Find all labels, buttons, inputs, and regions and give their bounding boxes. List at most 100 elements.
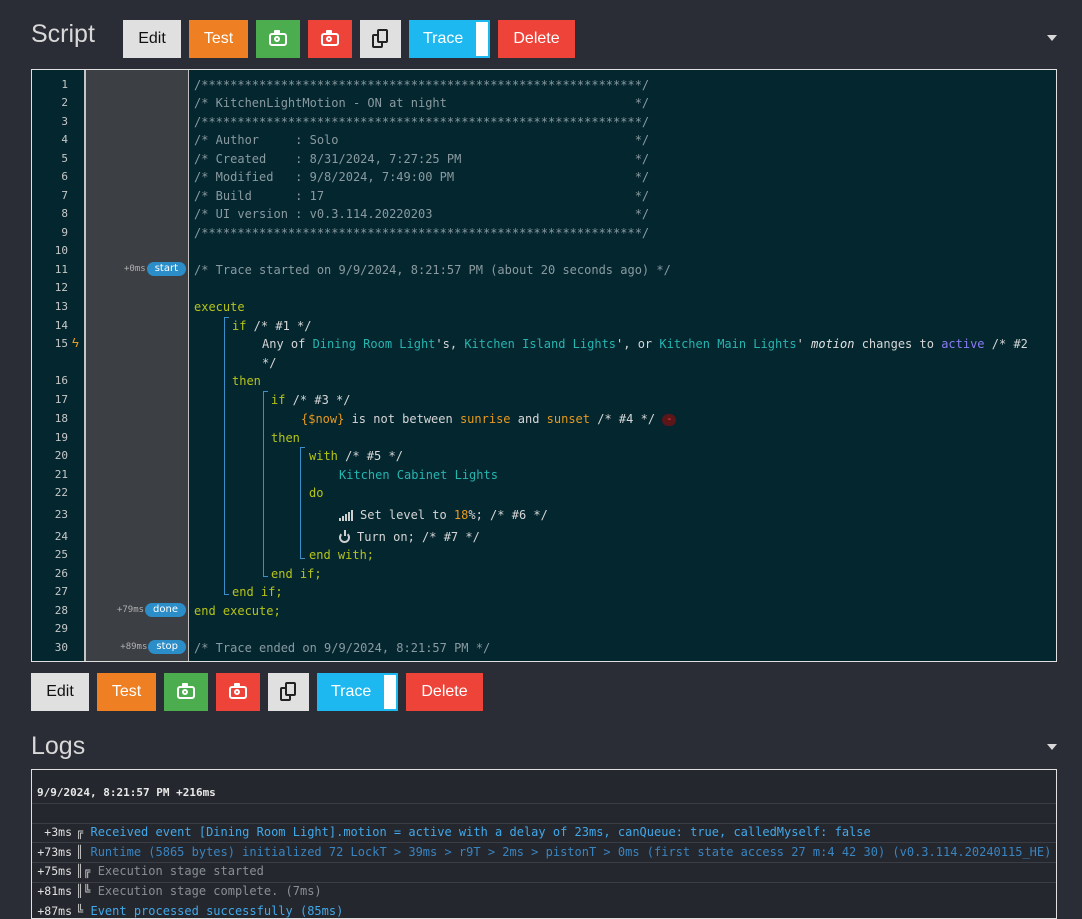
script-toolbar-bottom: Edit Test Trace Delete bbox=[31, 673, 491, 711]
line-number: 2 bbox=[61, 96, 68, 109]
trace-toggle-button[interactable]: Trace bbox=[317, 673, 398, 711]
edit-button[interactable]: Edit bbox=[31, 673, 89, 711]
nesting-bar-if1 bbox=[224, 317, 229, 595]
log-entry: +87ms ╚ Event processed successfully (85m… bbox=[32, 882, 1056, 918]
code-line-21: Kitchen Cabinet Lights bbox=[339, 468, 498, 482]
line-number: 5 bbox=[61, 152, 68, 165]
delete-button[interactable]: Delete bbox=[406, 673, 483, 711]
camera-icon bbox=[321, 29, 339, 46]
line-number: 22 bbox=[54, 486, 68, 499]
code-line-23: Set level to 18%; /* #6 */ bbox=[339, 506, 548, 524]
camera-icon bbox=[229, 682, 247, 699]
line-number: 25 bbox=[54, 548, 68, 561]
code-line-24: Turn on; /* #7 */ bbox=[339, 528, 480, 546]
code-line-17: if /* #3 */ bbox=[271, 393, 351, 407]
anonymized-snapshot-button[interactable] bbox=[216, 673, 260, 711]
camera-icon bbox=[269, 29, 287, 46]
code-line-1: /***************************************… bbox=[194, 78, 650, 92]
duplicate-button[interactable] bbox=[268, 673, 309, 711]
logs-collapse-icon[interactable] bbox=[1047, 744, 1057, 750]
line-number: 8 bbox=[61, 207, 68, 220]
log-entry: +73ms ║ Runtime (5865 bytes) initialized … bbox=[32, 823, 1056, 859]
nesting-bar-with5 bbox=[300, 447, 305, 559]
line-number: 19 bbox=[54, 431, 68, 444]
trigger-bolt-icon: ϟ bbox=[72, 335, 79, 350]
device-kitchen-main-lights: Kitchen Main Lights bbox=[659, 337, 797, 351]
line-number: 21 bbox=[54, 468, 68, 481]
snapshot-button[interactable] bbox=[164, 673, 208, 711]
trace-toggle-knob bbox=[384, 675, 396, 709]
code-line-8: /* UI version : v0.3.114.20220203 */ bbox=[194, 207, 650, 221]
log-session-header: 9/9/2024, 8:21:57 PM +216ms bbox=[37, 786, 216, 799]
code-line-15: Any of Dining Room Light's, Kitchen Isla… bbox=[262, 337, 1028, 351]
line-number: 9 bbox=[61, 226, 68, 239]
line-number: 12 bbox=[54, 281, 68, 294]
code-line-30: /* Trace ended on 9/9/2024, 8:21:57 PM *… bbox=[194, 641, 491, 655]
code-line-22: do bbox=[309, 486, 324, 500]
line-number: 7 bbox=[61, 189, 68, 202]
power-icon bbox=[339, 530, 350, 543]
trace-toggle-knob bbox=[476, 22, 488, 56]
nesting-bar-if3 bbox=[263, 391, 268, 577]
edit-button[interactable]: Edit bbox=[123, 20, 181, 58]
line-number: 26 bbox=[54, 567, 68, 580]
duplicate-button[interactable] bbox=[360, 20, 401, 58]
line-number: 11 bbox=[54, 263, 68, 276]
code-line-11: /* Trace started on 9/9/2024, 8:21:57 PM… bbox=[194, 263, 671, 277]
line-number: 13 bbox=[54, 300, 68, 313]
code-line-13: execute bbox=[194, 300, 245, 314]
trace-toggle-button[interactable]: Trace bbox=[409, 20, 490, 58]
script-code-viewer: 1 2 3 4 5 6 7 8 9 10 11 12 13 14 15 16 17 18 19 20 21 22 23 24 2… bbox=[31, 69, 1057, 662]
not-executed-indicator: - bbox=[662, 413, 677, 426]
line-number: 27 bbox=[54, 585, 68, 598]
logs-panel: 9/9/2024, 8:21:57 PM +216ms +3ms ╔ Receiv… bbox=[31, 769, 1057, 919]
line-number: 30 bbox=[54, 641, 68, 654]
code-line-6: /* Modified : 9/8/2024, 7:49:00 PM */ bbox=[194, 170, 650, 184]
line-number: 4 bbox=[61, 133, 68, 146]
snapshot-button[interactable] bbox=[256, 20, 300, 58]
test-button[interactable]: Test bbox=[97, 673, 156, 711]
code-line-2: /* KitchenLightMotion - ON at night */ bbox=[194, 96, 650, 110]
code-line-9: /***************************************… bbox=[194, 226, 650, 240]
trace-badge-done: +79ms done bbox=[102, 603, 186, 617]
trace-label: Trace bbox=[423, 30, 464, 47]
code-line-19: then bbox=[271, 431, 300, 445]
trace-badge-stop: +89ms stop bbox=[102, 640, 186, 654]
script-section-title: Script bbox=[31, 20, 95, 48]
copy-icon bbox=[371, 29, 390, 49]
camera-icon bbox=[177, 682, 195, 699]
code-line-7: /* Build : 17 */ bbox=[194, 189, 650, 203]
script-collapse-icon[interactable] bbox=[1047, 35, 1057, 41]
line-number: 16 bbox=[54, 374, 68, 387]
script-toolbar-top: Edit Test Trace Delete bbox=[123, 20, 583, 58]
line-number: 20 bbox=[54, 449, 68, 462]
log-entry: +75ms ║╔ Execution stage started bbox=[32, 842, 1056, 878]
line-number: 3 bbox=[61, 115, 68, 128]
copy-icon bbox=[279, 682, 298, 702]
code-line-18: {$now} is not between sunrise and sunset… bbox=[301, 410, 677, 428]
line-number: 10 bbox=[54, 244, 68, 257]
anonymized-snapshot-button[interactable] bbox=[308, 20, 352, 58]
code-line-27: end if; bbox=[232, 585, 283, 599]
device-dining-room-light: Dining Room Light bbox=[312, 337, 436, 351]
signal-level-icon bbox=[339, 510, 354, 521]
test-button[interactable]: Test bbox=[189, 20, 248, 58]
line-number: 14 bbox=[54, 319, 68, 332]
line-number: 1 bbox=[61, 78, 68, 91]
line-number: 15 bbox=[54, 337, 68, 350]
log-entry: +81ms ║╚ Execution stage complete. (7ms) bbox=[32, 862, 1056, 898]
code-line-15-wrap: */ bbox=[262, 356, 277, 370]
code-line-4: /* Author : Solo */ bbox=[194, 133, 650, 147]
trace-gutter bbox=[86, 70, 189, 661]
line-number: 18 bbox=[54, 412, 68, 425]
line-number: 6 bbox=[61, 170, 68, 183]
line-number: 28 bbox=[54, 604, 68, 617]
line-number: 29 bbox=[54, 622, 68, 635]
code-line-25: end with; bbox=[309, 548, 375, 562]
code-line-3: /***************************************… bbox=[194, 115, 650, 129]
delete-button[interactable]: Delete bbox=[498, 20, 575, 58]
logs-section-title: Logs bbox=[31, 732, 86, 760]
trace-badge-start: +0ms start bbox=[112, 262, 186, 276]
log-entry: +3ms ╔ Received event [Dining Room Light]… bbox=[32, 803, 1056, 839]
code-line-14: if /* #1 */ bbox=[232, 319, 312, 333]
